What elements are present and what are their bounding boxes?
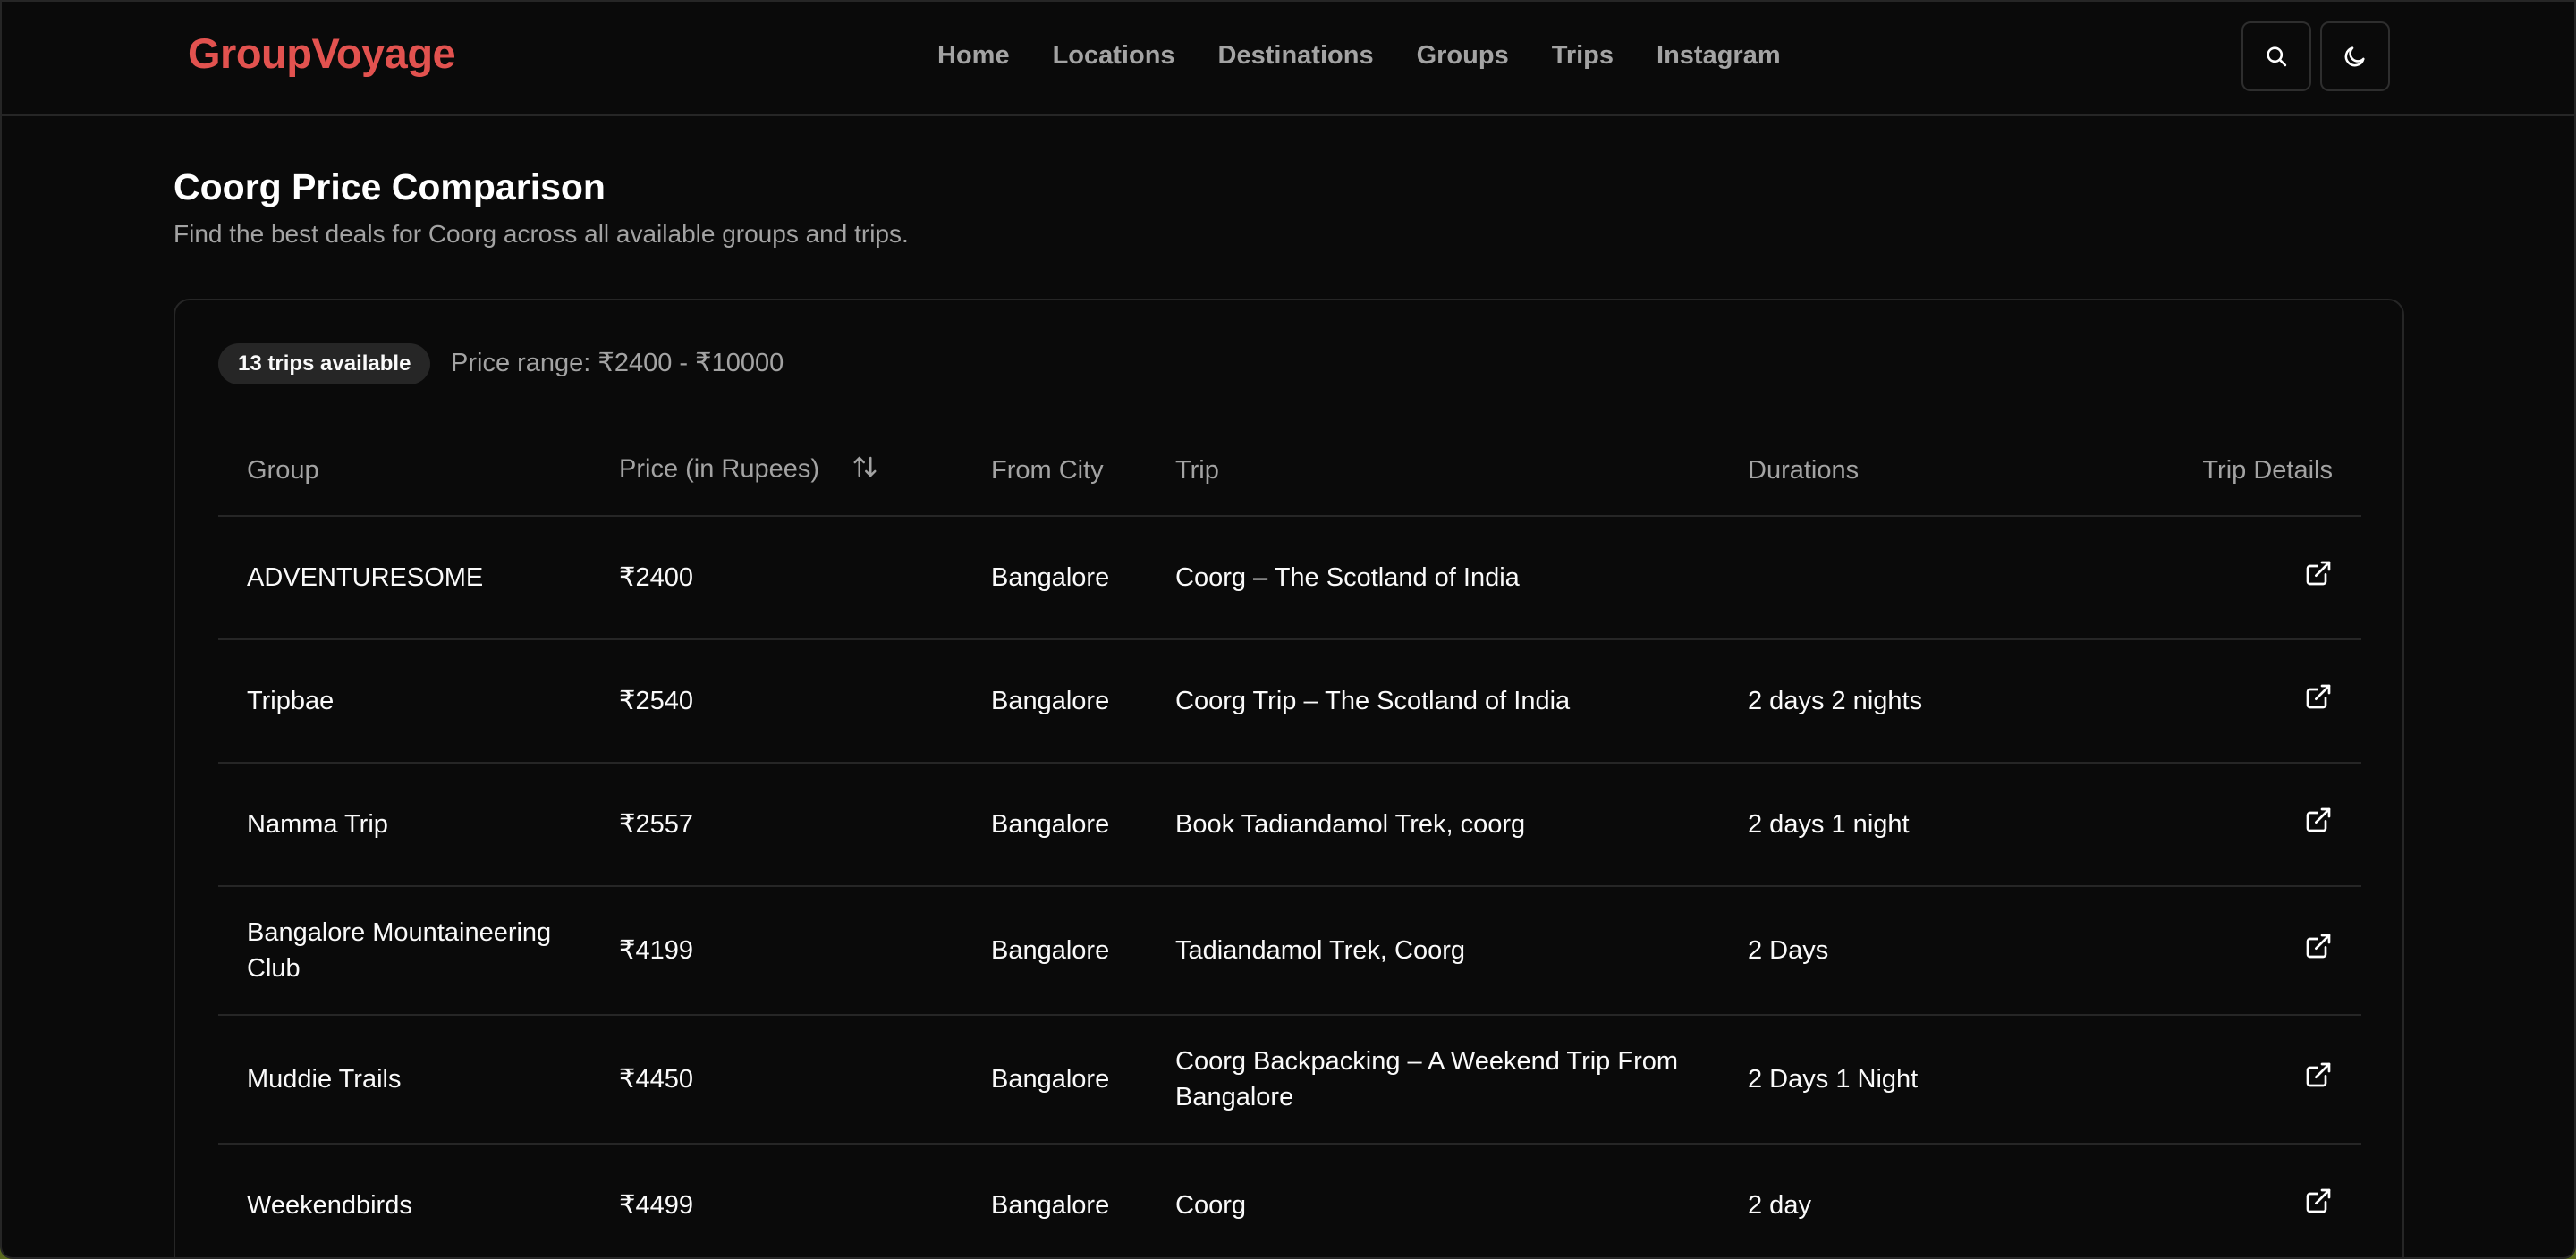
trip-cell: Coorg Trip – The Scotland of India (1147, 639, 1719, 764)
price-cell: ₹4199 (590, 886, 962, 1016)
nav-destinations[interactable]: Destinations (1218, 41, 1374, 71)
table-row: Weekendbirds ₹4499 Bangalore Coorg 2 day (218, 1144, 2361, 1257)
nav-trips[interactable]: Trips (1552, 41, 1614, 71)
column-header-from-city: From City (962, 426, 1147, 517)
duration-cell: 2 day (1719, 1144, 2095, 1257)
external-link-icon[interactable] (2304, 559, 2333, 597)
column-header-trip-details: Trip Details (2095, 426, 2361, 517)
city-cell: Bangalore (962, 763, 1147, 887)
column-header-group: Group (218, 426, 590, 517)
city-cell: Bangalore (962, 516, 1147, 640)
trips-table: Group Price (in Rupees) From City Trip D… (218, 426, 2361, 1257)
group-cell: Weekendbirds (218, 1144, 590, 1257)
city-cell: Bangalore (962, 639, 1147, 764)
external-link-icon[interactable] (2304, 806, 2333, 844)
group-cell: Namma Trip (218, 763, 590, 887)
trip-details-cell (2095, 639, 2361, 764)
page-title: Coorg Price Comparison (174, 166, 606, 207)
city-cell: Bangalore (962, 1144, 1147, 1257)
column-header-durations: Durations (1719, 426, 2095, 517)
city-cell: Bangalore (962, 886, 1147, 1016)
trip-details-cell (2095, 886, 2361, 1016)
sort-icon[interactable] (852, 453, 878, 487)
table-row: Tripbae ₹2540 Bangalore Coorg Trip – The… (218, 639, 2361, 764)
external-link-icon[interactable] (2304, 932, 2333, 970)
nav-locations[interactable]: Locations (1053, 41, 1175, 71)
trip-cell: Coorg Backpacking – A Weekend Trip From … (1147, 1015, 1719, 1145)
main-nav: Home Locations Destinations Groups Trips… (937, 41, 1781, 71)
price-range-text: Price range: ₹2400 - ₹10000 (451, 349, 784, 377)
duration-cell: 2 Days (1719, 886, 2095, 1016)
trip-details-cell (2095, 1015, 2361, 1145)
column-header-trip: Trip (1147, 426, 1719, 517)
trip-cell: Book Tadiandamol Trek, coorg (1147, 763, 1719, 887)
duration-cell: 2 days 1 night (1719, 763, 2095, 887)
table-row: Namma Trip ₹2557 Bangalore Book Tadianda… (218, 763, 2361, 887)
page-subtitle: Find the best deals for Coorg across all… (174, 220, 909, 248)
browser-window: GroupVoyage Home Locations Destinations … (0, 0, 2576, 1259)
table-header-row: Group Price (in Rupees) From City Trip D… (218, 426, 2361, 517)
nav-instagram[interactable]: Instagram (1657, 41, 1781, 71)
trip-cell: Coorg (1147, 1144, 1719, 1257)
search-icon (2267, 46, 2287, 67)
trip-details-cell (2095, 1144, 2361, 1257)
group-cell: ADVENTURESOME (218, 516, 590, 640)
duration-cell: 2 Days 1 Night (1719, 1015, 2095, 1145)
price-cell: ₹2557 (590, 763, 962, 887)
price-comparison-card: 13 trips available Price range: ₹2400 - … (174, 299, 2404, 1257)
price-cell: ₹2400 (590, 516, 962, 640)
price-cell: ₹4499 (590, 1144, 962, 1257)
column-header-price[interactable]: Price (in Rupees) (590, 426, 962, 517)
duration-cell: 2 days 2 nights (1719, 639, 2095, 764)
city-cell: Bangalore (962, 1015, 1147, 1145)
table-row: Bangalore Mountaineering Club ₹4199 Bang… (218, 886, 2361, 1016)
trip-cell: Tadiandamol Trek, Coorg (1147, 886, 1719, 1016)
duration-cell (1719, 516, 2095, 640)
group-cell: Tripbae (218, 639, 590, 764)
price-cell: ₹4450 (590, 1015, 962, 1145)
site-logo[interactable]: GroupVoyage (188, 29, 456, 78)
external-link-icon[interactable] (2304, 682, 2333, 721)
trip-details-cell (2095, 516, 2361, 640)
price-header-label: Price (in Rupees) (619, 454, 820, 484)
table-row: ADVENTURESOME ₹2400 Bangalore Coorg – Th… (218, 516, 2361, 640)
top-navigation-bar: GroupVoyage Home Locations Destinations … (2, 2, 2574, 116)
group-cell: Bangalore Mountaineering Club (218, 886, 590, 1016)
trip-cell: Coorg – The Scotland of India (1147, 516, 1719, 640)
external-link-icon[interactable] (2304, 1060, 2333, 1099)
trip-details-cell (2095, 763, 2361, 887)
nav-groups[interactable]: Groups (1417, 41, 1509, 71)
group-cell: Muddie Trails (218, 1015, 590, 1145)
trips-count-badge: 13 trips available (218, 343, 431, 384)
external-link-icon[interactable] (2304, 1187, 2333, 1225)
search-button[interactable] (2241, 21, 2311, 91)
moon-icon (2344, 46, 2365, 67)
price-cell: ₹2540 (590, 639, 962, 764)
theme-toggle-button[interactable] (2320, 21, 2390, 91)
table-row: Muddie Trails ₹4450 Bangalore Coorg Back… (218, 1015, 2361, 1145)
nav-home[interactable]: Home (937, 41, 1010, 71)
